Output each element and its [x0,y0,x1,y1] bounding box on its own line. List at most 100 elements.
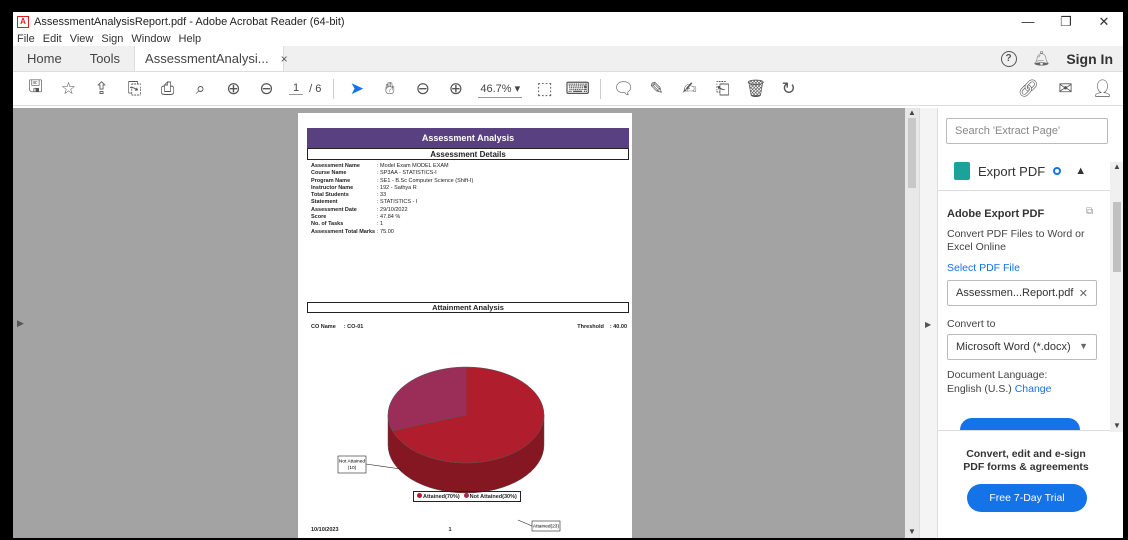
zoom-search-icon[interactable]: ⌕ [184,74,217,104]
detail-row: Score: 47.84 % [311,214,473,221]
scrollbar-thumb[interactable] [908,118,916,188]
right-pane-toggle[interactable]: ▶ [919,108,937,538]
tab-close-icon[interactable]: × [281,52,288,66]
detail-value: : 75.00 [377,228,394,235]
maximize-button[interactable]: ❐ [1047,14,1085,30]
tab-document[interactable]: AssessmentAnalysi... × [134,46,288,71]
detail-value: : SP3AA - STATISTICS-I [377,170,437,177]
detail-row: Program Name: SE1 - B.Sc Computer Scienc… [311,178,473,185]
keyboard-icon[interactable]: ⌨ [561,74,594,104]
menu-help[interactable]: Help [179,33,202,45]
bell-icon[interactable]: 🔔︎ [1033,50,1051,67]
page-up-icon[interactable]: ⊕ [217,74,250,104]
pane-scrollbar[interactable]: ▲ ▼ [1110,162,1123,432]
window-title: AssessmentAnalysisReport.pdf - Adobe Acr… [34,16,345,28]
tab-document-label: AssessmentAnalysi... [145,51,269,66]
detail-row: Assessment Date: 29/10/2022 [311,207,473,214]
export-pdf-header[interactable]: Export PDF ▲ [954,162,1086,180]
pane-scroll-up-icon[interactable]: ▲ [1113,162,1121,171]
highlight-pen-icon[interactable]: ✎ [640,74,673,104]
sign-in-button[interactable]: Sign In [1066,51,1113,67]
save-icon[interactable]: 🖫︎ [19,74,52,104]
select-pdf-file-link[interactable]: Select PDF File [947,262,1020,274]
page-total: / 6 [309,82,322,95]
page-fit-icon[interactable]: ⬚ [528,74,561,104]
zoom-in-icon[interactable]: ⊕ [439,74,472,104]
doc-language-label: Document Language: [947,369,1048,381]
zoom-level-select[interactable]: 46.7% ▾ [478,80,523,98]
mail-icon[interactable]: ✉ [1049,74,1082,104]
help-icon[interactable]: ? [1000,50,1017,67]
left-panel-toggle[interactable]: ▶ [13,108,29,538]
delete-icon[interactable]: 🗑︎ [739,74,772,104]
menu-view[interactable]: View [70,33,94,45]
link-icon[interactable]: 🔗︎ [1012,74,1045,104]
detail-row: Assessment Name: Model Exam MODEL EXAM [311,163,473,170]
convert-to-label: Convert to [947,318,996,330]
create-pdf-icon[interactable]: ⎘ [118,74,151,104]
tool-search-input[interactable]: Search 'Extract Page' [946,118,1108,144]
tab-tools[interactable]: Tools [76,46,134,71]
free-trial-button[interactable]: Free 7-Day Trial [967,484,1087,512]
detail-value: : 29/10/2022 [377,206,408,213]
scroll-down-icon[interactable]: ▼ [908,527,916,536]
remove-file-icon[interactable]: ✕ [1079,287,1088,300]
report-header: Assessment Analysis [307,128,629,148]
close-button[interactable]: ✕ [1085,14,1123,30]
selected-file-name: Assessmen...Report.pdf [956,287,1074,299]
detail-value: : STATISTICS - I [377,199,418,206]
page-footer: 10/10/2023 1 [311,527,511,533]
rotate-icon[interactable]: ↻ [772,74,805,104]
detail-value: : 47.84 % [377,214,401,221]
select-cursor-icon[interactable]: ➤ [340,74,373,104]
zoom-out-icon[interactable]: ⊖ [406,74,439,104]
tab-home[interactable]: Home [13,46,76,71]
doc-language-value: English (U.S.) [947,383,1012,395]
upload-icon[interactable]: ⇪ [85,74,118,104]
detail-value: : Model Exam MODEL EXAM [377,163,449,169]
star-icon[interactable]: ☆ [52,74,85,104]
share-user-icon[interactable]: 👤︎ [1086,74,1119,104]
footer-date: 10/10/2023 [311,527,339,533]
detail-value: : SE1 - B.Sc Computer Science (Shift-I) [377,177,474,184]
document-language: Document Language: English (U.S.) Change [947,368,1097,396]
label-leader-line [517,519,533,527]
expand-left-icon[interactable]: ▶ [17,318,24,329]
page-down-icon[interactable]: ⊖ [250,74,283,104]
detail-row: Course Name: SP3AA - STATISTICS-I [311,170,473,177]
fill-sign-icon[interactable]: ⎗ [706,74,739,104]
pane-scrollbar-thumb[interactable] [1113,202,1121,272]
menu-window[interactable]: Window [131,33,170,45]
comment-icon[interactable]: 🗨︎ [607,74,640,104]
scroll-up-icon[interactable]: ▲ [908,108,916,117]
detail-key: Instructor Name [311,184,354,191]
tab-bar-right: ? 🔔︎ Sign In [1000,46,1123,71]
pane-scroll-down-icon[interactable]: ▼ [1113,421,1121,430]
page-number-input[interactable]: 1 [289,82,304,95]
detail-key: Assessment Total Marks [311,228,376,235]
hand-tool-icon[interactable]: ✋︎ [373,74,406,104]
menu-sign[interactable]: Sign [101,33,123,45]
convert-button[interactable] [960,418,1080,430]
print-icon[interactable]: ⎙ [151,74,184,104]
document-viewer[interactable]: ▶ Assessment Analysis Assessment Details… [13,108,905,538]
pdf-page: Assessment Analysis Assessment Details A… [298,113,632,538]
detail-value: : 192 - Sathya R [377,184,417,191]
assessment-details: Assessment Name: Model Exam MODEL EXAM Co… [311,163,473,236]
detail-key: No. of Tasks [311,221,344,228]
pane-divider [938,190,1110,191]
minimize-button[interactable]: — [1009,14,1047,30]
format-select[interactable]: Microsoft Word (*.docx) ▼ [947,334,1097,360]
menu-edit[interactable]: Edit [43,33,62,45]
detail-row: Instructor Name : 192 - Sathya R [311,185,473,192]
sign-icon[interactable]: ✍︎ [673,74,706,104]
detail-value: : 33 [377,192,387,199]
menu-file[interactable]: File [17,33,35,45]
copy-icon[interactable]: ⧉ [1086,206,1093,217]
chevron-up-icon[interactable]: ▲ [1075,165,1086,177]
label-not-attained-text: Not Attained [339,459,365,465]
change-language-link[interactable]: Change [1015,383,1052,395]
collapse-right-icon[interactable]: ▶ [925,320,931,329]
document-scrollbar[interactable]: ▲ ▼ [905,108,919,538]
status-dot-icon [1053,167,1062,175]
